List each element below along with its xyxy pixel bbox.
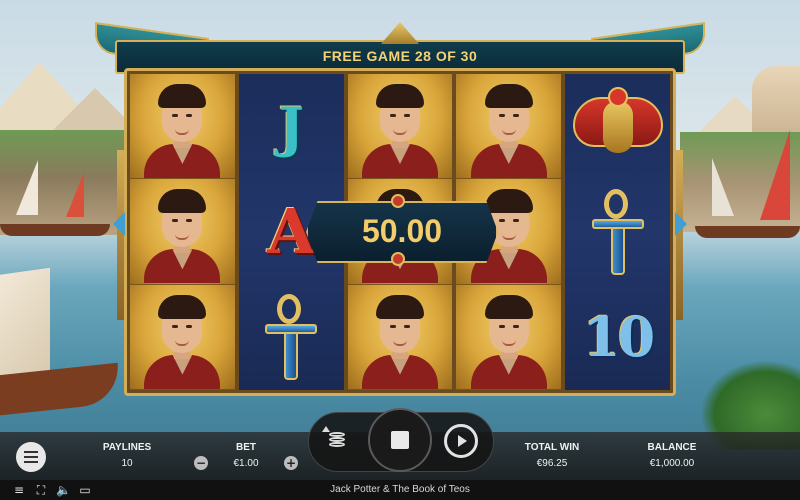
symbol-scarab (565, 74, 670, 179)
card-glyph: 10 (583, 305, 655, 370)
jack-potter-portrait (144, 293, 221, 389)
symbol-portrait (130, 284, 235, 390)
payline-arrow-right-icon (675, 212, 687, 236)
free-game-counter: FREE GAME 28 OF 30 (322, 48, 478, 64)
jack-potter-portrait (144, 82, 221, 178)
autoplay-button[interactable] (444, 424, 478, 458)
game-title: Jack Potter & The Book of Teos (330, 484, 470, 495)
symbol-portrait (456, 74, 562, 180)
scarab-icon (572, 86, 663, 167)
symbol-portrait (130, 179, 235, 285)
sailboat (760, 130, 790, 220)
bet-decrease-button[interactable]: − (194, 456, 208, 470)
card-glyph: J (278, 94, 304, 159)
jack-potter-portrait (470, 82, 547, 178)
jack-potter-portrait (470, 293, 547, 389)
symbol-ankh (239, 285, 344, 390)
coin-stack-icon (329, 432, 347, 450)
stop-spin-button[interactable] (368, 408, 432, 472)
symbol-portrait (347, 74, 453, 180)
sailboat (712, 158, 734, 216)
badge-gem-icon (391, 252, 405, 266)
reel-1 (130, 74, 235, 390)
stop-icon (391, 431, 409, 449)
win-amount: 50.00 (361, 213, 443, 249)
symbol-card-j: J (239, 74, 344, 179)
free-game-header: FREE GAME 28 OF 30 (95, 21, 705, 74)
menu-button[interactable] (16, 442, 46, 472)
symbol-ankh (565, 179, 670, 284)
bet-label: BET (236, 442, 256, 453)
ankh-icon (265, 294, 318, 381)
jack-potter-portrait (144, 187, 221, 284)
jack-potter-portrait (361, 293, 438, 389)
symbol-card-10: 10 (565, 285, 670, 390)
boat-sail-foreground (0, 267, 50, 387)
hamburger-icon (24, 451, 38, 453)
boat-hull (0, 224, 110, 236)
symbol-portrait (130, 74, 235, 180)
paylines-label: PAYLINES (102, 442, 152, 453)
arrow-up-icon (322, 426, 330, 432)
sailboat (66, 172, 84, 217)
symbol-portrait (347, 284, 453, 390)
bet-value: €1.00 (233, 458, 259, 469)
total-win-label: TOTAL WIN (524, 442, 580, 453)
bet-increase-button[interactable]: + (284, 456, 298, 470)
badge-gem-icon (391, 194, 405, 208)
boat-hull (695, 226, 800, 238)
ankh-icon (591, 188, 644, 275)
balance-label: BALANCE (647, 442, 697, 453)
paylines-value: 10 (121, 458, 133, 469)
sailboat (16, 160, 38, 215)
payline-arrow-left-icon (113, 212, 125, 236)
total-win-value: €96.25 (536, 458, 568, 469)
symbol-portrait (456, 284, 562, 390)
jack-potter-portrait (361, 82, 438, 178)
play-icon (458, 435, 467, 447)
reel-5: 10 (565, 74, 670, 390)
balance-value: €1,000.00 (649, 458, 695, 469)
header-gem (381, 22, 419, 44)
